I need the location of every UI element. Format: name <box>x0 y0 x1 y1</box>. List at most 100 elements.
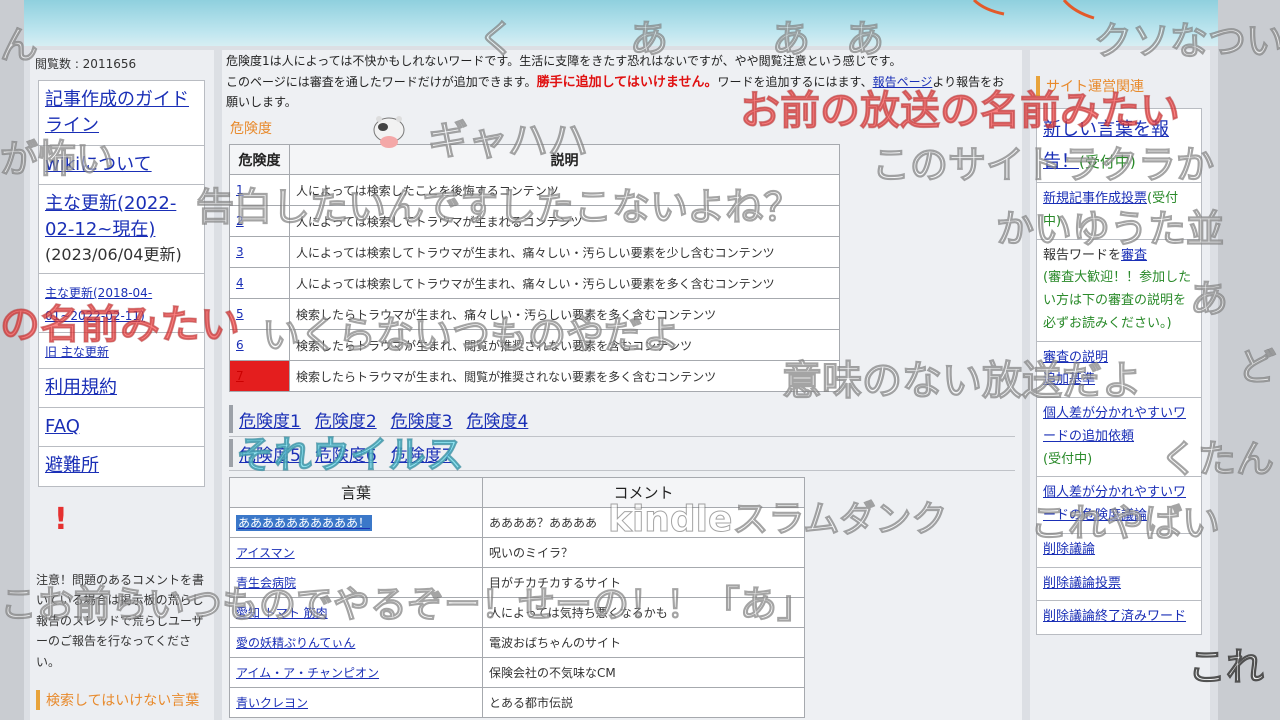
left-section-title: 検索してはいけない言葉 <box>36 690 208 710</box>
delete-vote-link[interactable]: 削除議論投票 <box>1043 576 1121 591</box>
word-cell[interactable]: アイム・ア・チャンピオン <box>229 657 483 688</box>
nav-item-updates-old[interactable]: 主な更新(2018-04-01~2022-02-11) <box>39 274 204 334</box>
level-cell[interactable]: 2 <box>229 205 290 237</box>
right-item-delete-vote[interactable]: 削除議論投票 <box>1037 568 1201 602</box>
table-header: 説明 <box>289 144 840 175</box>
status-badge: (受付中) <box>1079 152 1136 171</box>
level-link-5[interactable]: 危険度5 <box>239 441 301 466</box>
nav-item-about-wiki[interactable]: wikiについて <box>39 146 204 186</box>
updates-date-note: (2023/06/04更新) <box>45 245 182 265</box>
comment-cell: 電波おばちゃんのサイト <box>482 627 805 658</box>
nav-item-terms[interactable]: 利用規約 <box>39 369 204 409</box>
level-debate-link[interactable]: 個人差が分かれやすいワードの危険度議論 <box>1043 485 1186 523</box>
level-link-6[interactable]: 危険度6 <box>315 441 377 466</box>
level-link-3[interactable]: 危険度3 <box>391 407 453 432</box>
table-row: 青生会病院 目がチカチカするサイト <box>229 567 805 598</box>
table-row: 7 検索したらトラウマが生まれ、閲覧が推奨されない要素を多く含むコンテンツ <box>229 360 840 392</box>
left-nav: 記事作成のガイドライン wikiについて 主な更新(2022-02-12~現在)… <box>38 80 205 487</box>
comment-cell: 保険会社の不気味なCM <box>482 657 805 688</box>
level-cell[interactable]: 4 <box>229 267 290 299</box>
right-item-level-debate[interactable]: 個人差が分かれやすいワードの危険度議論 <box>1037 477 1201 534</box>
review-guide-link[interactable]: 審査の説明 <box>1043 350 1108 365</box>
level-link-4[interactable]: 危険度4 <box>466 407 528 432</box>
level-links-row-2: 危険度5 危険度6 危険度7 <box>229 439 452 467</box>
word-table: 言葉 コメント ああああああああああ！ ああああ？ああああ アイスマン 呪いのミイラ… <box>229 477 805 718</box>
desc-cell: 人によっては検索してトラウマが生まれるコンテンツ <box>289 205 840 237</box>
nav-link-updates-old[interactable]: 主な更新(2018-04-01~2022-02-11) <box>45 286 152 323</box>
review-link[interactable]: 審査 <box>1121 248 1147 263</box>
nav-link-terms[interactable]: 利用規約 <box>45 377 117 398</box>
desc-cell: 人によっては検索してトラウマが生まれ、痛々しい・汚らしい要素を多く含むコンテンツ <box>289 267 840 299</box>
table-row: 4 人によっては検索してトラウマが生まれ、痛々しい・汚らしい要素を多く含むコンテン… <box>229 267 840 299</box>
table-row: 愛の妖精ぷりんてぃん 電波おばちゃんのサイト <box>229 627 805 658</box>
banner-decoration-icon <box>972 0 1095 20</box>
right-item-delete-debate[interactable]: 削除議論 <box>1037 534 1201 568</box>
level-cell[interactable]: 7 <box>229 360 290 392</box>
word-cell[interactable]: 愛の妖精ぷりんてぃん <box>229 627 483 658</box>
nav-link-guideline[interactable]: 記事作成のガイドライン <box>45 89 189 136</box>
report-page-link[interactable]: 報告ページ <box>873 75 933 89</box>
comment: どこ <box>1238 345 1280 390</box>
nav-item-shelter[interactable]: 避難所 <box>39 447 204 485</box>
table-header: 言葉 <box>229 477 483 508</box>
nav-link-updates-current[interactable]: 主な更新(2022-02-12~現在) <box>45 193 176 240</box>
right-item-review-guide[interactable]: 審査の説明 追加基準 <box>1037 342 1201 398</box>
comment-cell: 目がチカチカするサイト <box>482 567 805 598</box>
level-cell[interactable]: 3 <box>229 236 290 268</box>
danger-section-title: 危険度 <box>230 121 272 137</box>
right-item-new-article-vote[interactable]: 新規記事作成投票(受付中) <box>1037 183 1201 240</box>
level-link-2[interactable]: 危険度2 <box>315 407 377 432</box>
level-cell[interactable]: 6 <box>229 329 290 361</box>
level-link-1[interactable]: 危険度1 <box>239 407 301 432</box>
deleted-words-link[interactable]: 削除議論終了済みワード <box>1043 609 1186 624</box>
nav-item-updates-current[interactable]: 主な更新(2022-02-12~現在) (2023/06/04更新) <box>39 185 204 274</box>
word-cell[interactable]: 愛知 トマト 筋肉 <box>229 597 483 628</box>
word-cell[interactable]: 青生会病院 <box>229 567 483 598</box>
table-row: アイスマン 呪いのミイラ？ <box>229 537 805 568</box>
nav-link-shelter[interactable]: 避難所 <box>45 455 99 476</box>
comment-cell: ああああ？ああああ <box>482 507 805 538</box>
right-item-report[interactable]: 新しい言葉を報告！(受付中) <box>1037 109 1201 183</box>
nav-item-old-updates[interactable]: 旧 主な更新 <box>39 333 204 370</box>
right-section-title: サイト運営関連 <box>1036 76 1204 96</box>
delete-debate-link[interactable]: 削除議論 <box>1043 542 1095 557</box>
intro-line-1: 危険度1は人によっては不快かもしれないワードです。生活に支障をきたす恐れはないで… <box>226 54 902 68</box>
add-request-link[interactable]: 個人差が分かれやすいワードの追加依頼 <box>1043 406 1186 444</box>
level-cell[interactable]: 5 <box>229 298 290 330</box>
intro-warning: 勝手に追加してはいけません。 <box>536 74 718 90</box>
comment-cell: 人によっては気持ち悪くなるかも <box>482 597 805 628</box>
right-item-deleted-words[interactable]: 削除議論終了済みワード <box>1037 601 1201 634</box>
new-article-vote-link[interactable]: 新規記事作成投票 <box>1043 191 1147 206</box>
comment-cell: 呪いのミイラ？ <box>482 537 805 568</box>
word-cell[interactable]: ああああああああああ！ <box>229 507 483 538</box>
divider <box>229 436 1015 437</box>
nav-link-about-wiki[interactable]: wikiについて <box>45 154 152 175</box>
nav-item-faq[interactable]: FAQ <box>39 408 204 448</box>
level-cell[interactable]: 1 <box>229 174 290 206</box>
intro-line-2: このページには審査を通したワードだけが追加できます。 <box>226 74 537 89</box>
desc-cell: 人によっては検索したことを後悔するコンテンツ <box>289 174 840 206</box>
review-prefix: 報告ワードを <box>1043 247 1122 263</box>
desc-cell: 検索したらトラウマが生まれ、閲覧が推奨されない要素を含むコンテンツ <box>289 329 840 361</box>
add-criteria-link[interactable]: 追加基準 <box>1043 372 1095 387</box>
nav-link-old-updates[interactable]: 旧 主な更新 <box>45 345 109 359</box>
nav-item-guideline[interactable]: 記事作成のガイドライン <box>39 81 204 147</box>
word-link-selected[interactable]: ああああああああああ！ <box>236 515 373 531</box>
right-nav: 新しい言葉を報告！(受付中) 新規記事作成投票(受付中) 報告ワードを審査 (審査… <box>1036 108 1202 635</box>
desc-cell: 検索したらトラウマが生まれ、閲覧が推奨されない要素を多く含むコンテンツ <box>289 360 840 392</box>
level-link-7[interactable]: 危険度7 <box>391 441 453 466</box>
warning-icon: ! <box>54 502 68 537</box>
header-banner <box>24 0 1218 46</box>
right-item-add-request[interactable]: 個人差が分かれやすいワードの追加依頼 (受付中) <box>1037 398 1201 478</box>
divider <box>229 470 1015 471</box>
table-row: ああああああああああ！ ああああ？ああああ <box>229 507 805 538</box>
table-row: 青いクレヨン とある都市伝説 <box>229 687 805 718</box>
table-header: コメント <box>482 477 805 508</box>
danger-level-table: 危険度 説明 1 人によっては検索したことを後悔するコンテンツ 2 人によっては検索… <box>229 144 840 392</box>
word-cell[interactable]: アイスマン <box>229 537 483 568</box>
intro-line-2-post: ワードを追加するにはます、 <box>717 74 873 89</box>
nav-link-faq[interactable]: FAQ <box>45 416 80 437</box>
table-header: 危険度 <box>229 144 290 175</box>
intro-text: 危険度1は人によっては不快かもしれないワードです。生活に支障をきたす恐れはないで… <box>226 52 1016 113</box>
word-cell[interactable]: 青いクレヨン <box>229 687 483 718</box>
